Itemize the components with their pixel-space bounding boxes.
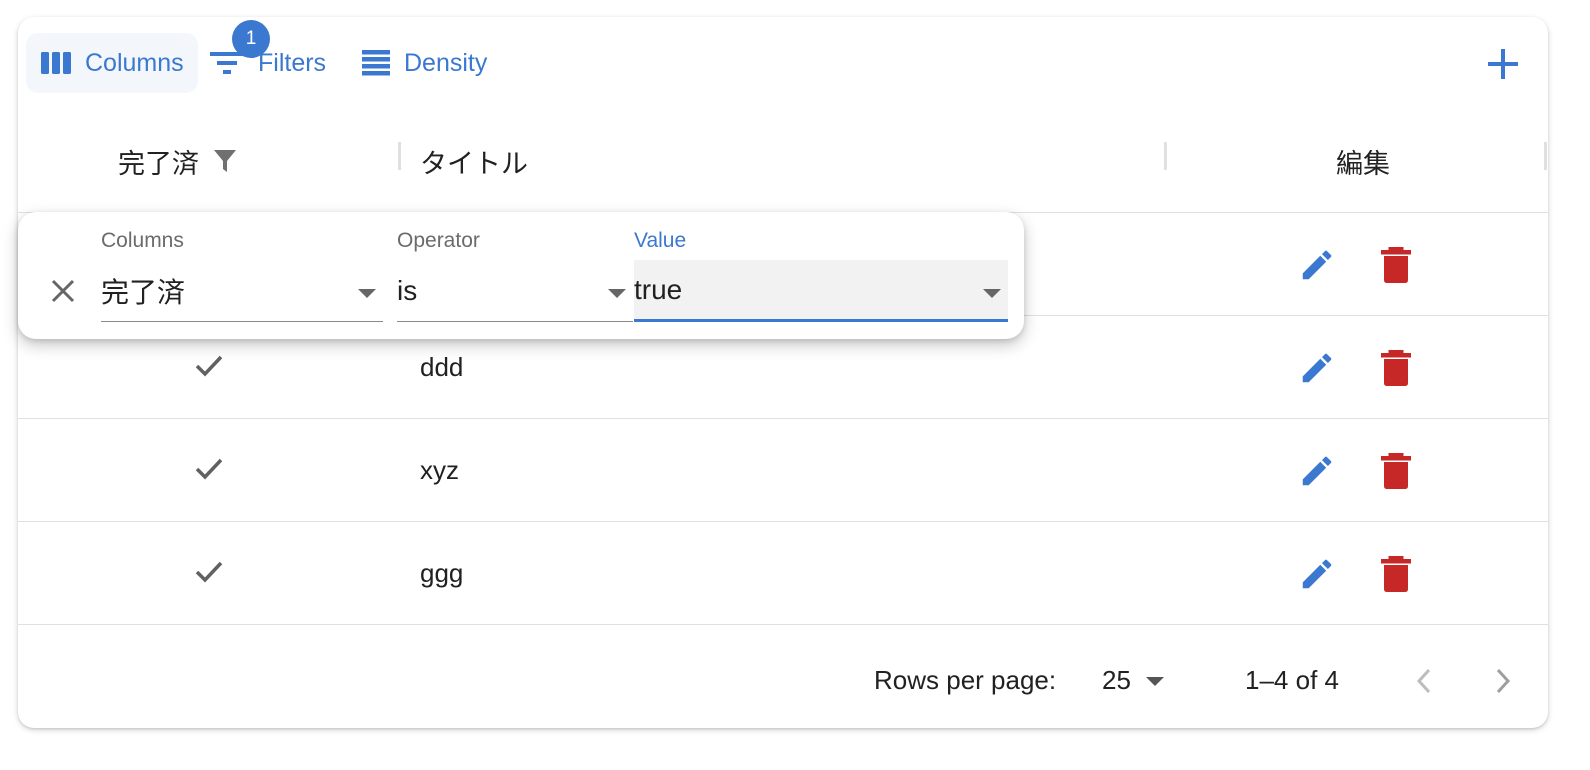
column-header-done[interactable]: 完了済	[118, 109, 237, 213]
filter-columns-select[interactable]: 完了済	[101, 260, 383, 322]
check-icon	[195, 458, 223, 480]
filter-value-select[interactable]: true	[634, 260, 1008, 322]
column-header-edit-label: 編集	[1336, 148, 1390, 179]
column-header-title-label: タイトル	[420, 148, 528, 179]
rows-per-page-label: Rows per page:	[874, 665, 1057, 695]
column-separator[interactable]	[1164, 142, 1167, 170]
filter-columns-label: Columns	[101, 229, 184, 252]
column-header-row: 完了済 タイトル 編集	[18, 109, 1548, 213]
pencil-icon[interactable]	[1298, 452, 1336, 490]
pagination-footer: Rows per page: 25 1–4 of 4	[18, 625, 1548, 728]
view-column-icon	[41, 52, 71, 74]
check-icon	[195, 355, 223, 377]
dropdown-arrow-icon	[608, 289, 626, 298]
trash-icon[interactable]	[1378, 245, 1414, 285]
filter-value-label: Value	[634, 229, 687, 252]
column-header-title[interactable]: タイトル	[420, 109, 528, 213]
close-icon[interactable]	[50, 278, 76, 304]
density-button[interactable]: Density	[362, 33, 512, 93]
filters-button-label: Filters	[258, 48, 327, 77]
table-row[interactable]: ggg	[18, 522, 1548, 625]
trash-icon[interactable]	[1378, 348, 1414, 388]
filter-icon[interactable]	[213, 148, 237, 174]
rows-per-page-select[interactable]: 25	[1102, 665, 1165, 696]
filter-count-badge: 1	[232, 20, 270, 58]
column-separator[interactable]	[1544, 142, 1547, 170]
grid-toolbar: Columns 1 Filters Density	[18, 17, 1548, 109]
filter-value-value: true	[634, 273, 683, 305]
density-icon	[362, 50, 390, 76]
filter-operator-value: is	[397, 274, 418, 306]
pencil-icon[interactable]	[1298, 246, 1336, 284]
filter-operator-label: Operator	[397, 229, 480, 252]
density-button-label: Density	[404, 48, 488, 77]
check-icon	[195, 561, 223, 583]
trash-icon[interactable]	[1378, 554, 1414, 594]
filters-button[interactable]: 1 Filters	[210, 20, 350, 93]
filter-operator-select[interactable]: is	[397, 260, 633, 322]
columns-button[interactable]: Columns	[26, 33, 198, 93]
pencil-icon[interactable]	[1298, 349, 1336, 387]
filter-panel: Columns 完了済 Operator is Value true	[18, 212, 1024, 339]
pagination-range: 1–4 of 4	[1245, 665, 1339, 695]
chevron-left-icon[interactable]	[1412, 667, 1436, 695]
pencil-icon[interactable]	[1298, 555, 1336, 593]
rows-per-page-value: 25	[1102, 665, 1131, 695]
dropdown-arrow-icon	[983, 289, 1001, 298]
dropdown-arrow-icon	[358, 289, 376, 298]
chevron-right-icon[interactable]	[1491, 667, 1515, 695]
column-header-edit: 編集	[1336, 109, 1390, 213]
trash-icon[interactable]	[1378, 451, 1414, 491]
columns-button-label: Columns	[85, 48, 184, 77]
row-title: ggg	[420, 558, 464, 588]
column-separator[interactable]	[398, 142, 401, 170]
dropdown-arrow-icon	[1145, 676, 1164, 686]
add-icon[interactable]	[1486, 47, 1520, 81]
row-title: xyz	[420, 455, 459, 485]
column-header-done-label: 完了済	[118, 148, 199, 179]
table-row[interactable]: xyz	[18, 419, 1548, 522]
filter-columns-value: 完了済	[101, 276, 186, 308]
data-grid: Columns 1 Filters Density 完了済 タイトル 編集 dd…	[18, 17, 1548, 728]
